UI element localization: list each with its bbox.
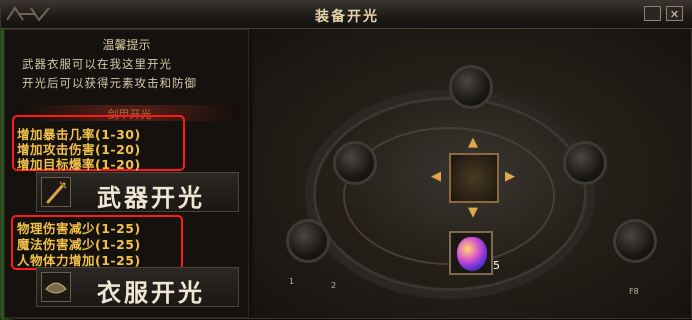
window-minimize-button[interactable] <box>644 6 661 21</box>
close-button[interactable]: ✕ <box>666 6 683 21</box>
armor-bless-button[interactable]: 衣服开光 <box>36 267 239 307</box>
arrow-up-icon: ▲ <box>468 135 478 150</box>
orb-slot-bottom-left[interactable] <box>286 219 330 263</box>
weapon-bless-button[interactable]: 武器开光 <box>36 172 239 212</box>
left-info-panel: 温馨提示 武器衣服可以在我这里开光 开光后可以获得元素攻击和防御 剑甲开光 增加… <box>4 29 249 318</box>
equipment-blessing-window: 装备开光 ✕ 温馨提示 武器衣服可以在我这里开光 开光后可以获得元素攻击和防御 … <box>0 0 692 320</box>
orb-slot-top[interactable] <box>449 65 493 109</box>
orb-slot-bottom-right[interactable] <box>613 219 657 263</box>
tip-line: 开光后可以获得元素攻击和防御 <box>22 76 197 90</box>
tips-title: 温馨提示 <box>102 38 151 52</box>
window-title: 装备开光 <box>315 9 379 25</box>
tip-line: 武器衣服可以在我这里开光 <box>22 57 172 71</box>
armor-bless-label: 衣服开光 <box>97 279 205 307</box>
arrow-down-icon: ▼ <box>468 205 478 220</box>
sword-icon <box>41 177 71 207</box>
equipment-slot[interactable] <box>449 153 499 203</box>
orb-slot-right[interactable] <box>563 141 607 185</box>
gem-count: 5 <box>493 259 500 272</box>
blessing-altar: ▲ ◀ ▶ ▼ 5 1 2 F8 <box>253 29 690 318</box>
arrow-right-icon: ▶ <box>505 169 515 184</box>
armor-icon <box>41 272 71 302</box>
hotkey-label: F8 <box>629 287 639 296</box>
orb-slot-left[interactable] <box>333 141 377 185</box>
gem-slot[interactable] <box>449 231 493 275</box>
arrow-left-icon: ◀ <box>431 169 441 184</box>
hotkey-label: 2 <box>331 281 337 290</box>
title-bar: 装备开光 ✕ <box>1 1 692 29</box>
hotkey-label: 1 <box>289 277 295 286</box>
weapon-bless-label: 武器开光 <box>97 184 205 212</box>
close-icon: ✕ <box>669 8 680 21</box>
gem-icon <box>457 237 487 271</box>
weapon-stat: 增加目标爆率(1-20) <box>17 157 141 172</box>
